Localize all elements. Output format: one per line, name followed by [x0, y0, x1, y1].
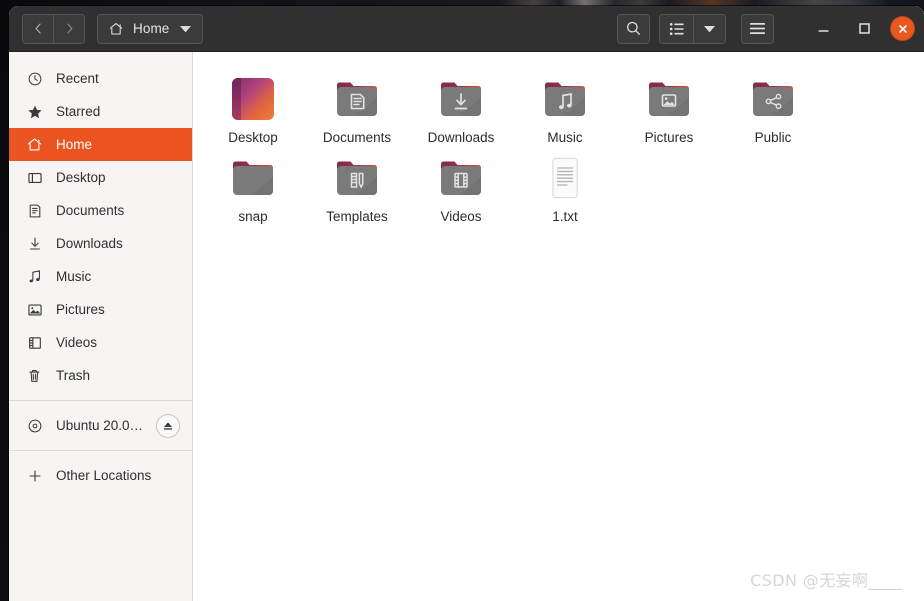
desktop-gradient-icon: [225, 70, 281, 124]
home-icon: [108, 21, 124, 37]
sidebar-item-ubuntu-disc[interactable]: Ubuntu 20.0…: [9, 409, 192, 442]
file-item[interactable]: 1.txt: [513, 145, 617, 224]
window-headerbar: Home: [9, 6, 924, 52]
path-bar-home[interactable]: Home: [97, 13, 204, 44]
file-name: Templates: [326, 209, 388, 224]
sidebar-item-desktop[interactable]: Desktop: [9, 161, 192, 194]
sidebar-item-label: Ubuntu 20.0…: [56, 418, 144, 433]
list-view-button[interactable]: [660, 14, 693, 43]
sidebar: Recent Starred Home Desktop Documents Do…: [9, 52, 193, 601]
file-name: Desktop: [228, 130, 278, 145]
sidebar-item-label: Home: [56, 137, 93, 152]
sidebar-item-recent[interactable]: Recent: [9, 62, 192, 95]
text-file-icon: [537, 149, 593, 203]
file-item[interactable]: snap: [201, 145, 305, 224]
sidebar-item-starred[interactable]: Starred: [9, 95, 192, 128]
sidebar-item-label: Videos: [56, 335, 98, 350]
file-item[interactable]: Templates: [305, 145, 409, 224]
folder-icon: [225, 149, 281, 203]
desktop-icon: [26, 169, 43, 186]
sidebar-item-label: Music: [56, 269, 92, 284]
file-manager-window: Home Recent Starred Home Desktop Documen…: [9, 6, 924, 601]
folder-downloads-icon: [433, 70, 489, 124]
sidebar-item-documents[interactable]: Documents: [9, 194, 192, 227]
sidebar-item-downloads[interactable]: Downloads: [9, 227, 192, 260]
file-name: Videos: [440, 209, 482, 224]
minimize-button[interactable]: [810, 16, 836, 42]
folder-videos-icon: [433, 149, 489, 203]
sidebar-item-label: Trash: [56, 368, 91, 383]
file-item[interactable]: Downloads: [409, 66, 513, 145]
navigation-buttons: [22, 13, 85, 44]
file-name: 1.txt: [552, 209, 578, 224]
view-options-button[interactable]: [693, 14, 725, 43]
path-label: Home: [133, 21, 170, 36]
sidebar-divider: [9, 400, 192, 401]
sidebar-item-pictures[interactable]: Pictures: [9, 293, 192, 326]
document-icon: [26, 202, 43, 219]
picture-icon: [26, 301, 43, 318]
file-item[interactable]: Documents: [305, 66, 409, 145]
eject-button[interactable]: [156, 413, 180, 438]
chevron-down-icon[interactable]: [180, 25, 192, 33]
sidebar-item-label: Pictures: [56, 302, 105, 317]
folder-music-icon: [537, 70, 593, 124]
file-grid-area[interactable]: Desktop Documents Downloads Music Pictur…: [193, 52, 924, 601]
file-name: Music: [547, 130, 583, 145]
sidebar-item-home[interactable]: Home: [9, 128, 192, 161]
back-button[interactable]: [23, 14, 53, 43]
file-name: Pictures: [644, 130, 694, 145]
file-item[interactable]: Desktop: [201, 66, 305, 145]
trash-icon: [26, 367, 43, 384]
file-name: Documents: [322, 130, 392, 145]
file-name: Downloads: [427, 130, 495, 145]
star-icon: [26, 103, 43, 120]
sidebar-divider-2: [9, 450, 192, 451]
folder-public-icon: [745, 70, 801, 124]
file-grid: Desktop Documents Downloads Music Pictur…: [193, 66, 924, 224]
main-menu-button[interactable]: [741, 13, 774, 44]
folder-templates-icon: [329, 149, 385, 203]
clock-icon: [26, 70, 43, 87]
file-name: snap: [238, 209, 268, 224]
sidebar-item-label: Other Locations: [56, 468, 152, 483]
sidebar-item-label: Recent: [56, 71, 99, 86]
download-icon: [26, 235, 43, 252]
folder-pictures-icon: [641, 70, 697, 124]
music-icon: [26, 268, 43, 285]
window-body: Recent Starred Home Desktop Documents Do…: [9, 52, 924, 601]
home-icon: [26, 136, 43, 153]
file-item[interactable]: Public: [721, 66, 825, 145]
search-button[interactable]: [617, 13, 650, 44]
sidebar-item-label: Documents: [56, 203, 125, 218]
screen: Home Recent Starred Home Desktop Documen…: [0, 0, 924, 601]
file-item[interactable]: Videos: [409, 145, 513, 224]
file-item[interactable]: Pictures: [617, 66, 721, 145]
sidebar-item-label: Desktop: [56, 170, 106, 185]
file-item[interactable]: Music: [513, 66, 617, 145]
close-button[interactable]: [890, 16, 915, 41]
plus-icon: [26, 467, 43, 484]
maximize-button[interactable]: [851, 16, 877, 42]
video-icon: [26, 334, 43, 351]
view-controls: [659, 13, 726, 44]
disc-icon: [26, 417, 43, 434]
sidebar-item-videos[interactable]: Videos: [9, 326, 192, 359]
forward-button[interactable]: [53, 14, 84, 43]
file-name: Public: [754, 130, 792, 145]
sidebar-item-label: Downloads: [56, 236, 123, 251]
sidebar-item-other-locations[interactable]: Other Locations: [9, 459, 192, 492]
watermark-text: CSDN @无妄啊____: [750, 571, 902, 590]
sidebar-item-music[interactable]: Music: [9, 260, 192, 293]
folder-documents-icon: [329, 70, 385, 124]
sidebar-item-label: Starred: [56, 104, 101, 119]
sidebar-item-trash[interactable]: Trash: [9, 359, 192, 392]
